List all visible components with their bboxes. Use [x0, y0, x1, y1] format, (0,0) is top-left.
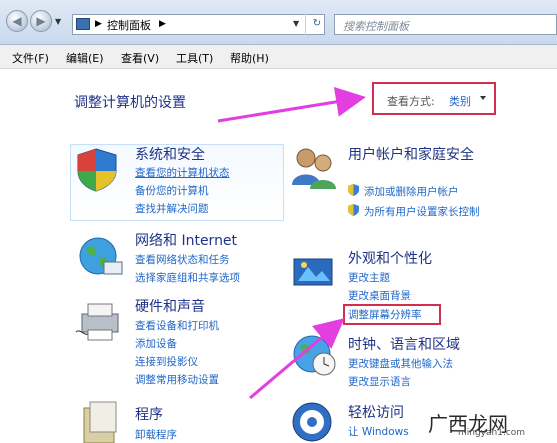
- annotation-arrow-resolution: [249, 318, 345, 400]
- annotation-arrow-view-by: [217, 87, 366, 123]
- watermark-url: mingyan1.com: [458, 428, 526, 438]
- annotation-arrows: [217, 87, 366, 400]
